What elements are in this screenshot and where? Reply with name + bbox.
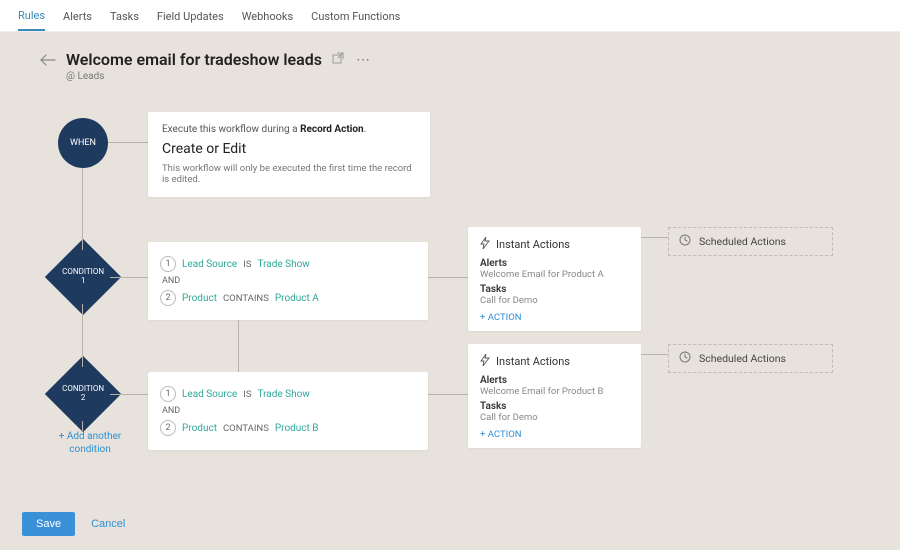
add-condition-button[interactable]: + Add another condition (50, 430, 130, 456)
workflow-title: Welcome email for tradeshow leads (66, 50, 322, 69)
criteria-value[interactable]: Product B (275, 423, 319, 434)
clock-icon (679, 234, 691, 249)
alerts-label: Alerts (480, 258, 629, 269)
connector (110, 277, 148, 278)
back-arrow-icon[interactable] (40, 54, 56, 66)
row-number-icon: 1 (160, 256, 176, 272)
lightning-icon (480, 237, 490, 252)
top-tabs: Rules Alerts Tasks Field Updates Webhook… (0, 0, 900, 32)
criteria-field[interactable]: Lead Source (182, 259, 237, 270)
tab-alerts[interactable]: Alerts (63, 2, 92, 30)
criteria-op: CONTAINS (223, 293, 269, 304)
when-trigger-card[interactable]: Execute this workflow during a Record Ac… (148, 112, 430, 197)
save-button[interactable]: Save (22, 512, 75, 536)
condition-label: CONDITION (62, 384, 104, 393)
condition-row: 1 Lead Source IS Trade Show (160, 256, 416, 272)
criteria-value[interactable]: Trade Show (257, 389, 309, 400)
alert-name[interactable]: Welcome Email for Product A (480, 269, 629, 280)
tab-custom-functions[interactable]: Custom Functions (311, 2, 400, 30)
tasks-label: Tasks (480, 401, 629, 412)
condition-row: 2 Product CONTAINS Product A (160, 290, 416, 306)
criteria-op: CONTAINS (223, 423, 269, 434)
connector (428, 277, 468, 278)
instant-actions-card-2[interactable]: Instant Actions Alerts Welcome Email for… (468, 344, 641, 448)
workflow-canvas: WHEN CONDITION 1 CONDITION 2 + Add another… (0, 82, 900, 502)
tasks-label: Tasks (480, 284, 629, 295)
criteria-field[interactable]: Product (182, 293, 217, 304)
footer-bar: Save Cancel (0, 502, 900, 550)
instant-actions-title: Instant Actions (496, 355, 570, 368)
when-note: This workflow will only be executed the … (162, 163, 416, 185)
scheduled-actions-title: Scheduled Actions (699, 235, 786, 248)
module-prefix: @ (66, 71, 75, 82)
task-name[interactable]: Call for Demo (480, 295, 629, 306)
popout-icon[interactable] (332, 52, 344, 67)
when-lead-bold: Record Action (300, 124, 364, 135)
row-number-icon: 1 (160, 386, 176, 402)
row-number-icon: 2 (160, 290, 176, 306)
connector (640, 354, 668, 355)
condition-label: CONDITION (62, 267, 104, 276)
tab-webhooks[interactable]: Webhooks (242, 2, 293, 30)
when-node[interactable]: WHEN (58, 118, 108, 168)
connector (82, 421, 83, 431)
condition-row: 1 Lead Source IS Trade Show (160, 386, 416, 402)
when-lead-pre: Execute this workflow during a (162, 124, 300, 135)
condition-row: 2 Product CONTAINS Product B (160, 420, 416, 436)
page-header: Welcome email for tradeshow leads ⋯ (0, 32, 900, 69)
condition-card-2[interactable]: 1 Lead Source IS Trade Show AND 2 Produc… (148, 372, 428, 450)
scheduled-actions-card-2[interactable]: Scheduled Actions (668, 344, 833, 373)
clock-icon (679, 351, 691, 366)
instant-actions-card-1[interactable]: Instant Actions Alerts Welcome Email for… (468, 227, 641, 331)
criteria-op: IS (243, 259, 251, 270)
when-lead: Execute this workflow during a Record Ac… (162, 124, 416, 135)
connector (110, 394, 148, 395)
module-breadcrumb: @ Leads (0, 69, 900, 82)
when-lead-post: . (364, 124, 367, 135)
tab-field-updates[interactable]: Field Updates (157, 2, 224, 30)
alert-name[interactable]: Welcome Email for Product B (480, 386, 629, 397)
cancel-button[interactable]: Cancel (91, 518, 125, 530)
criteria-op: IS (243, 389, 251, 400)
connector (82, 168, 83, 250)
scheduled-actions-title: Scheduled Actions (699, 352, 786, 365)
scheduled-actions-card-1[interactable]: Scheduled Actions (668, 227, 833, 256)
instant-actions-header: Instant Actions (480, 354, 629, 369)
connector (640, 237, 668, 238)
boolean-and: AND (162, 276, 416, 286)
module-name: Leads (77, 71, 104, 82)
condition-card-1[interactable]: 1 Lead Source IS Trade Show AND 2 Produc… (148, 242, 428, 320)
alerts-label: Alerts (480, 375, 629, 386)
tab-rules[interactable]: Rules (18, 1, 45, 31)
connector (428, 394, 468, 395)
criteria-value[interactable]: Product A (275, 293, 319, 304)
criteria-field[interactable]: Lead Source (182, 389, 237, 400)
more-icon[interactable]: ⋯ (356, 52, 370, 68)
boolean-and: AND (162, 406, 416, 416)
when-mode: Create or Edit (162, 141, 416, 157)
when-node-label: WHEN (70, 138, 96, 148)
row-number-icon: 2 (160, 420, 176, 436)
task-name[interactable]: Call for Demo (480, 412, 629, 423)
criteria-value[interactable]: Trade Show (257, 259, 309, 270)
lightning-icon (480, 354, 490, 369)
add-action-button[interactable]: + ACTION (480, 429, 629, 440)
add-action-button[interactable]: + ACTION (480, 312, 629, 323)
criteria-field[interactable]: Product (182, 423, 217, 434)
tab-tasks[interactable]: Tasks (110, 2, 139, 30)
connector (108, 142, 148, 143)
instant-actions-header: Instant Actions (480, 237, 629, 252)
connector (82, 304, 83, 367)
instant-actions-title: Instant Actions (496, 238, 570, 251)
